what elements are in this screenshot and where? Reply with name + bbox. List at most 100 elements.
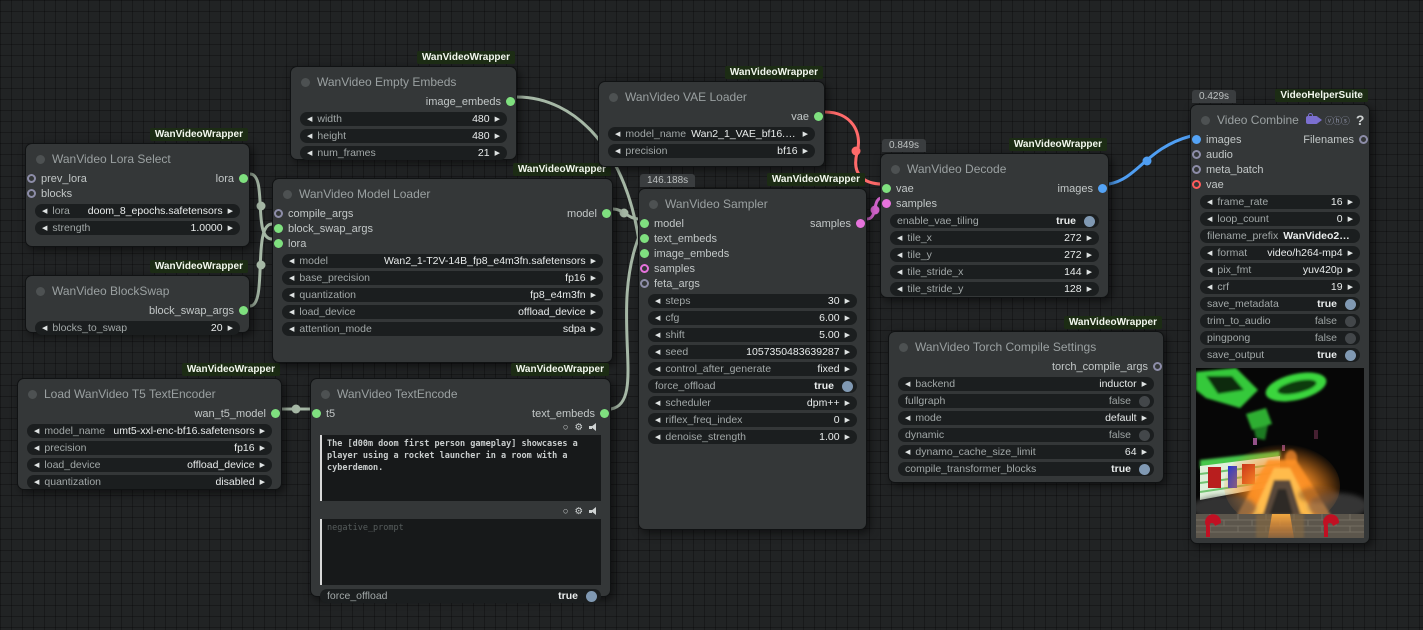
decrement-arrow-icon[interactable]: ◀ — [289, 309, 294, 316]
node-title-bar[interactable]: WanVideo Decode — [881, 154, 1108, 181]
input-slot-images[interactable]: images — [1194, 134, 1241, 146]
collapse-dot-icon[interactable] — [28, 390, 37, 399]
input-slot-blocks[interactable]: blocks — [29, 188, 72, 200]
widget-tile-y[interactable]: ◀ tile_y 272 ▶ — [890, 248, 1099, 262]
widget-fullgraph[interactable]: fullgraph false — [898, 394, 1154, 408]
decrement-arrow-icon[interactable]: ◀ — [897, 252, 902, 259]
collapse-dot-icon[interactable] — [321, 390, 330, 399]
slot-dot-icon[interactable] — [882, 184, 891, 193]
collapse-dot-icon[interactable] — [891, 165, 900, 174]
widget-num-frames[interactable]: ◀ num_frames 21 ▶ — [300, 146, 507, 160]
input-slot-meta-batch[interactable]: meta_batch — [1194, 164, 1263, 176]
slot-dot-icon[interactable] — [882, 199, 891, 208]
slot-dot-icon[interactable] — [640, 249, 649, 258]
widget-force-offload[interactable]: force_offload true — [320, 589, 601, 603]
decrement-arrow-icon[interactable]: ◀ — [289, 292, 294, 299]
node-wanvideo-lora-select[interactable]: WanVideoWrapper WanVideo Lora Select pre… — [25, 143, 250, 247]
slot-dot-icon[interactable] — [274, 239, 283, 248]
increment-arrow-icon[interactable]: ▶ — [1348, 267, 1353, 274]
widget-blocks-to-swap[interactable]: ◀ blocks_to_swap 20 ▶ — [35, 321, 240, 335]
slot-dot-icon[interactable] — [239, 306, 248, 315]
decrement-arrow-icon[interactable]: ◀ — [655, 417, 660, 424]
decrement-arrow-icon[interactable]: ◀ — [289, 275, 294, 282]
widget-seed[interactable]: ◀ seed 1057350483639287 ▶ — [648, 345, 857, 359]
output-slot-text-embeds[interactable]: text_embeds — [532, 408, 607, 420]
output-slot-samples[interactable]: samples — [810, 218, 863, 230]
widget-dynamo-cache-size-limit[interactable]: ◀ dynamo_cache_size_limit 64 ▶ — [898, 445, 1154, 459]
widget-tile-stride-x[interactable]: ◀ tile_stride_x 144 ▶ — [890, 265, 1099, 279]
increment-arrow-icon[interactable]: ▶ — [845, 434, 850, 441]
increment-arrow-icon[interactable]: ▶ — [1348, 250, 1353, 257]
input-slot-samples[interactable]: samples — [884, 198, 937, 210]
increment-arrow-icon[interactable]: ▶ — [591, 309, 596, 316]
slot-dot-icon[interactable] — [814, 112, 823, 121]
decrement-arrow-icon[interactable]: ◀ — [655, 298, 660, 305]
increment-arrow-icon[interactable]: ▶ — [260, 479, 265, 486]
input-slot-lora[interactable]: lora — [276, 238, 306, 250]
slot-dot-icon[interactable] — [1192, 180, 1201, 189]
toggle-dot[interactable] — [1139, 396, 1150, 407]
node-title-bar[interactable]: Load WanVideo T5 TextEncoder — [18, 379, 281, 406]
slot-dot-icon[interactable] — [27, 174, 36, 183]
increment-arrow-icon[interactable]: ▶ — [1142, 381, 1147, 388]
decrement-arrow-icon[interactable]: ◀ — [1207, 284, 1212, 291]
toggle-dot[interactable] — [842, 381, 853, 392]
slot-dot-icon[interactable] — [602, 209, 611, 218]
decrement-arrow-icon[interactable]: ◀ — [34, 445, 39, 452]
node-title-bar[interactable]: Video Combine ⓥⓗⓢ ? — [1191, 105, 1369, 132]
increment-arrow-icon[interactable]: ▶ — [845, 400, 850, 407]
widget-frame-rate[interactable]: ◀ frame_rate 16 ▶ — [1200, 195, 1360, 209]
widget-precision[interactable]: ◀ precision fp16 ▶ — [27, 441, 272, 455]
node-video-combine[interactable]: 0.429s VideoHelperSuite Video Combine ⓥⓗ… — [1190, 104, 1370, 544]
node-wanvideo-empty-embeds[interactable]: WanVideoWrapper WanVideo Empty Embeds im… — [290, 66, 517, 160]
input-slot-vae[interactable]: vae — [1194, 179, 1224, 191]
toggle-dot[interactable] — [1345, 333, 1356, 344]
decrement-arrow-icon[interactable]: ◀ — [655, 400, 660, 407]
slot-dot-icon[interactable] — [600, 409, 609, 418]
decrement-arrow-icon[interactable]: ◀ — [655, 349, 660, 356]
widget-attention-mode[interactable]: ◀ attention_mode sdpa ▶ — [282, 322, 603, 336]
widget-precision[interactable]: ◀ precision bf16 ▶ — [608, 144, 815, 158]
widget-force-offload[interactable]: force_offload true — [648, 379, 857, 393]
input-slot-compile-args[interactable]: compile_args — [276, 208, 353, 220]
gear-icon[interactable]: ⚙ — [574, 506, 583, 517]
slot-dot-icon[interactable] — [1153, 362, 1162, 371]
widget-compile-transformer-blocks[interactable]: compile_transformer_blocks true — [898, 462, 1154, 476]
widget-mode[interactable]: ◀ mode default ▶ — [898, 411, 1154, 425]
increment-arrow-icon[interactable]: ▶ — [803, 131, 808, 138]
decrement-arrow-icon[interactable]: ◀ — [1207, 199, 1212, 206]
decrement-arrow-icon[interactable]: ◀ — [1207, 250, 1212, 257]
toggle-dot[interactable] — [1139, 430, 1150, 441]
decrement-arrow-icon[interactable]: ◀ — [307, 116, 312, 123]
increment-arrow-icon[interactable]: ▶ — [260, 445, 265, 452]
help-icon[interactable]: ? — [1356, 112, 1365, 128]
increment-arrow-icon[interactable]: ▶ — [591, 258, 596, 265]
slot-dot-icon[interactable] — [640, 219, 649, 228]
increment-arrow-icon[interactable]: ▶ — [845, 417, 850, 424]
decrement-arrow-icon[interactable]: ◀ — [897, 286, 902, 293]
output-slot-wan-t5-model[interactable]: wan_t5_model — [194, 408, 278, 420]
node-title-bar[interactable]: WanVideo Sampler — [639, 189, 866, 216]
decrement-arrow-icon[interactable]: ◀ — [1207, 267, 1212, 274]
increment-arrow-icon[interactable]: ▶ — [1348, 199, 1353, 206]
increment-arrow-icon[interactable]: ▶ — [845, 298, 850, 305]
collapse-dot-icon[interactable] — [36, 287, 45, 296]
increment-arrow-icon[interactable]: ▶ — [1142, 415, 1147, 422]
slot-dot-icon[interactable] — [856, 219, 865, 228]
increment-arrow-icon[interactable]: ▶ — [228, 225, 233, 232]
increment-arrow-icon[interactable]: ▶ — [228, 208, 233, 215]
widget-quantization[interactable]: ◀ quantization disabled ▶ — [27, 475, 272, 489]
widget-save-output[interactable]: save_output true — [1200, 348, 1360, 362]
circle-icon[interactable]: ○ — [563, 422, 569, 433]
decrement-arrow-icon[interactable]: ◀ — [897, 269, 902, 276]
slot-dot-icon[interactable] — [506, 97, 515, 106]
widget-backend[interactable]: ◀ backend inductor ▶ — [898, 377, 1154, 391]
widget-save-metadata[interactable]: save_metadata true — [1200, 297, 1360, 311]
toggle-dot[interactable] — [1139, 464, 1150, 475]
decrement-arrow-icon[interactable]: ◀ — [905, 449, 910, 456]
toggle-dot[interactable] — [586, 591, 597, 602]
increment-arrow-icon[interactable]: ▶ — [591, 275, 596, 282]
toggle-dot[interactable] — [1084, 216, 1095, 227]
node-wanvideo-vae-loader[interactable]: WanVideoWrapper WanVideo VAE Loader vae … — [598, 81, 825, 167]
input-slot-prev-lora[interactable]: prev_lora — [29, 173, 87, 185]
